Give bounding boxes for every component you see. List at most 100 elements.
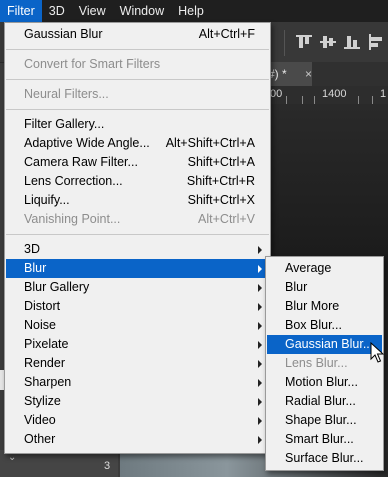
submenu-item-gaussian-blur[interactable]: Gaussian Blur... <box>267 335 382 354</box>
submenu-item-label: Surface Blur... <box>285 451 364 465</box>
submenu-item-lens-blur[interactable]: Lens Blur... <box>267 354 382 373</box>
menu-item-video[interactable]: Video <box>6 411 269 430</box>
submenu-item-label: Blur <box>285 280 308 294</box>
menu-bar: Filter 3D View Window Help <box>0 0 388 22</box>
submenu-item-label: Blur More <box>285 299 340 313</box>
menu-separator <box>6 109 269 110</box>
submenu-item-shape-blur[interactable]: Shape Blur... <box>267 411 382 430</box>
menu-item-label: Video <box>24 413 56 427</box>
menu-item-blur[interactable]: Blur <box>6 259 269 278</box>
menu-item-liquify[interactable]: Liquify... Shift+Ctrl+X <box>6 191 269 210</box>
submenu-arrow-icon <box>258 436 262 444</box>
mouse-cursor-icon <box>370 342 384 363</box>
submenu-arrow-icon <box>258 246 262 254</box>
submenu-item-blur-more[interactable]: Blur More <box>267 297 382 316</box>
menu-separator <box>6 234 269 235</box>
menu-item-label: Filter Gallery... <box>24 117 105 131</box>
menu-item-label: Neural Filters... <box>24 87 109 101</box>
menu-item-label: Liquify... <box>24 193 70 207</box>
menu-item-blur-gallery[interactable]: Blur Gallery <box>6 278 269 297</box>
menu-item-shortcut: Shift+Ctrl+X <box>187 193 255 207</box>
menu-item-label: Adaptive Wide Angle... <box>24 136 150 150</box>
submenu-item-motion-blur[interactable]: Motion Blur... <box>267 373 382 392</box>
blur-submenu: Average Blur Blur More Box Blur... Gauss… <box>265 256 384 471</box>
submenu-item-label: Radial Blur... <box>285 394 356 408</box>
menu-filter[interactable]: Filter <box>0 0 42 22</box>
submenu-arrow-icon <box>258 398 262 406</box>
align-bottom-icon[interactable] <box>344 34 360 50</box>
menu-item-other[interactable]: Other <box>6 430 269 449</box>
submenu-item-blur[interactable]: Blur <box>267 278 382 297</box>
menu-help[interactable]: Help <box>171 0 211 22</box>
menu-item-label: Convert for Smart Filters <box>24 57 161 71</box>
menu-item-neural-filters[interactable]: Neural Filters... <box>6 85 269 104</box>
menu-item-label: Other <box>24 432 56 446</box>
submenu-arrow-icon <box>258 265 262 273</box>
menu-separator <box>6 49 269 50</box>
menu-item-pixelate[interactable]: Pixelate <box>6 335 269 354</box>
options-separator <box>284 30 285 56</box>
submenu-item-label: Lens Blur... <box>285 356 348 370</box>
menu-view[interactable]: View <box>72 0 113 22</box>
menu-item-shortcut: Alt+Ctrl+V <box>198 212 255 226</box>
menu-item-label: Pixelate <box>24 337 69 351</box>
submenu-arrow-icon <box>258 303 262 311</box>
menu-item-label: Sharpen <box>24 375 72 389</box>
menu-item-label: Render <box>24 356 65 370</box>
menu-3d[interactable]: 3D <box>42 0 72 22</box>
menu-item-vanishing-point[interactable]: Vanishing Point... Alt+Ctrl+V <box>6 210 269 229</box>
menu-item-adaptive-wide-angle[interactable]: Adaptive Wide Angle... Alt+Shift+Ctrl+A <box>6 134 269 153</box>
menu-item-last-filter[interactable]: Gaussian Blur Alt+Ctrl+F <box>6 25 269 44</box>
menu-item-label: Distort <box>24 299 61 313</box>
menu-item-label: Vanishing Point... <box>24 212 121 226</box>
close-icon[interactable]: × <box>305 62 312 86</box>
menu-item-filter-gallery[interactable]: Filter Gallery... <box>6 115 269 134</box>
ruler-label: 00 <box>270 88 283 100</box>
menu-item-label: Noise <box>24 318 56 332</box>
menu-item-3d[interactable]: 3D <box>6 240 269 259</box>
ruler-label: 1 <box>380 88 387 100</box>
left-panel: ⌄ 3 <box>0 450 118 477</box>
menu-window[interactable]: Window <box>113 0 171 22</box>
submenu-item-radial-blur[interactable]: Radial Blur... <box>267 392 382 411</box>
submenu-arrow-icon <box>258 284 262 292</box>
align-left-icon[interactable] <box>368 34 384 50</box>
menu-item-lens-correction[interactable]: Lens Correction... Shift+Ctrl+R <box>6 172 269 191</box>
menu-item-distort[interactable]: Distort <box>6 297 269 316</box>
filter-menu: Gaussian Blur Alt+Ctrl+F Convert for Sma… <box>4 22 271 454</box>
menu-item-label: Stylize <box>24 394 61 408</box>
menu-item-camera-raw-filter[interactable]: Camera Raw Filter... Shift+Ctrl+A <box>6 153 269 172</box>
tab-strip <box>312 62 388 86</box>
align-vertical-center-icon[interactable] <box>320 34 336 50</box>
submenu-item-surface-blur[interactable]: Surface Blur... <box>267 449 382 468</box>
submenu-item-label: Box Blur... <box>285 318 342 332</box>
menu-item-label: Blur <box>24 261 47 275</box>
horizontal-ruler: 00 1400 1 <box>262 86 388 104</box>
submenu-arrow-icon <box>258 417 262 425</box>
align-top-icon[interactable] <box>296 34 312 50</box>
menu-item-label: Gaussian Blur <box>24 27 103 41</box>
menu-item-label: Camera Raw Filter... <box>24 155 138 169</box>
submenu-arrow-icon <box>258 360 262 368</box>
menu-item-convert-smart-filters[interactable]: Convert for Smart Filters <box>6 55 269 74</box>
submenu-item-label: Average <box>285 261 332 275</box>
submenu-item-label: Shape Blur... <box>285 413 357 427</box>
menu-item-shortcut: Shift+Ctrl+A <box>187 155 255 169</box>
menu-item-sharpen[interactable]: Sharpen <box>6 373 269 392</box>
submenu-item-average[interactable]: Average <box>267 259 382 278</box>
align-icons-group <box>296 34 384 50</box>
menu-item-label: Lens Correction... <box>24 174 123 188</box>
submenu-item-label: Motion Blur... <box>285 375 358 389</box>
submenu-arrow-icon <box>258 341 262 349</box>
menu-item-stylize[interactable]: Stylize <box>6 392 269 411</box>
menu-item-shortcut: Shift+Ctrl+R <box>186 174 255 188</box>
submenu-item-smart-blur[interactable]: Smart Blur... <box>267 430 382 449</box>
menu-item-label: 3D <box>24 242 40 256</box>
menu-separator <box>6 79 269 80</box>
menu-item-shortcut: Alt+Ctrl+F <box>198 27 255 41</box>
menu-item-noise[interactable]: Noise <box>6 316 269 335</box>
menu-item-render[interactable]: Render <box>6 354 269 373</box>
submenu-item-box-blur[interactable]: Box Blur... <box>267 316 382 335</box>
submenu-arrow-icon <box>258 379 262 387</box>
submenu-item-label: Gaussian Blur... <box>285 337 374 351</box>
